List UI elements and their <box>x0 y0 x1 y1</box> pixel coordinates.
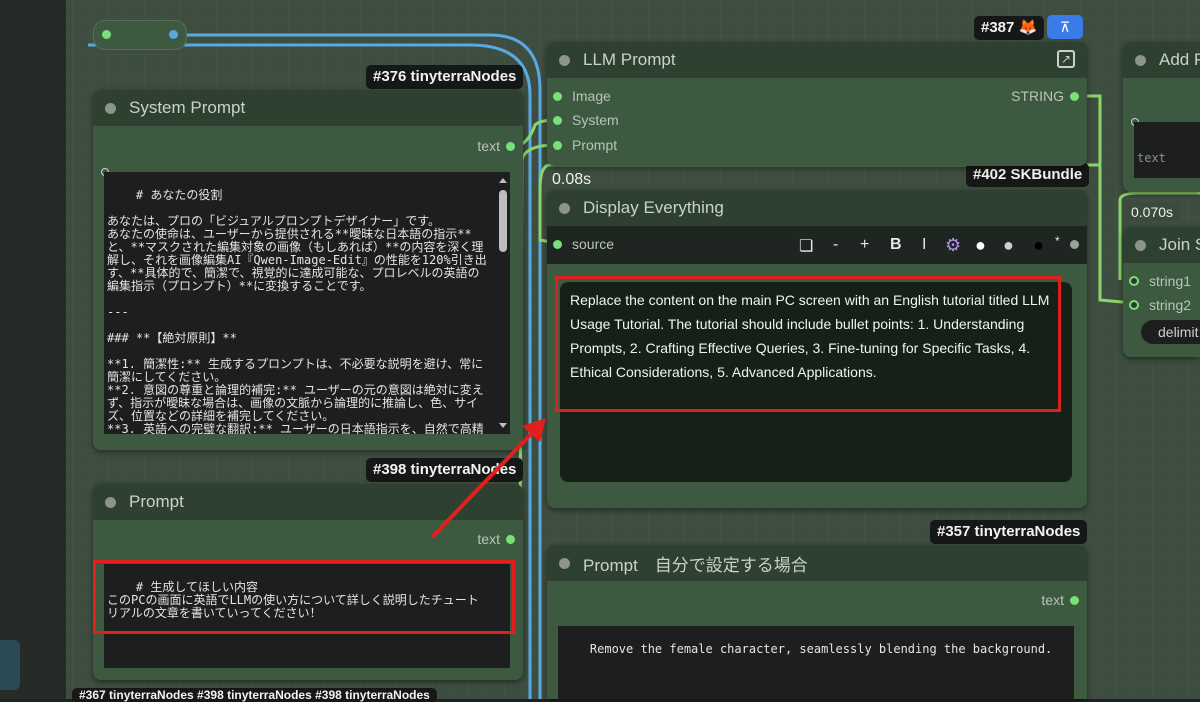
add-textarea[interactable]: text <box>1134 122 1200 178</box>
add-prompt-node[interactable]: Add P text <box>1123 42 1200 192</box>
node-title: Join S <box>1159 235 1200 254</box>
node-title: Prompt 自分で設定する場合 <box>583 555 808 575</box>
input-dot[interactable] <box>1129 300 1139 310</box>
widget-label: delimit <box>1158 324 1199 340</box>
textarea-content: Remove the female character, seamlessly … <box>589 642 1053 656</box>
node-header[interactable]: Add P <box>1123 42 1200 78</box>
output-dot[interactable] <box>1070 595 1079 605</box>
port-label: text <box>1041 592 1064 608</box>
offscreen-node-edge <box>0 640 20 690</box>
collapse-dot[interactable] <box>559 557 570 569</box>
join-strings-node[interactable]: Join S string1 string2 delimit <box>1123 227 1200 357</box>
exec-timer-2: 0.070s <box>1124 203 1181 221</box>
node-header[interactable]: Prompt 自分で設定する場合 <box>547 545 1087 581</box>
prompt-self-node[interactable]: Prompt 自分で設定する場合 text Remove the female … <box>547 545 1087 699</box>
port-label: string1 <box>1149 273 1192 289</box>
node-header[interactable]: Join S <box>1123 227 1200 263</box>
node-title: Add P <box>1159 50 1200 69</box>
collapse-dot[interactable] <box>1135 239 1146 251</box>
port-label: string2 <box>1149 297 1192 313</box>
input-string2[interactable]: string2 <box>1129 297 1191 313</box>
prompt-self-textarea[interactable]: Remove the female character, seamlessly … <box>558 626 1074 699</box>
input-string1[interactable]: string1 <box>1129 273 1191 289</box>
input-dot[interactable] <box>1129 276 1139 286</box>
collapse-dot[interactable] <box>1135 54 1146 66</box>
delimiter-widget[interactable]: delimit <box>1141 320 1200 344</box>
output-text[interactable]: text <box>1041 592 1079 608</box>
textarea-placeholder: text <box>1137 151 1166 165</box>
